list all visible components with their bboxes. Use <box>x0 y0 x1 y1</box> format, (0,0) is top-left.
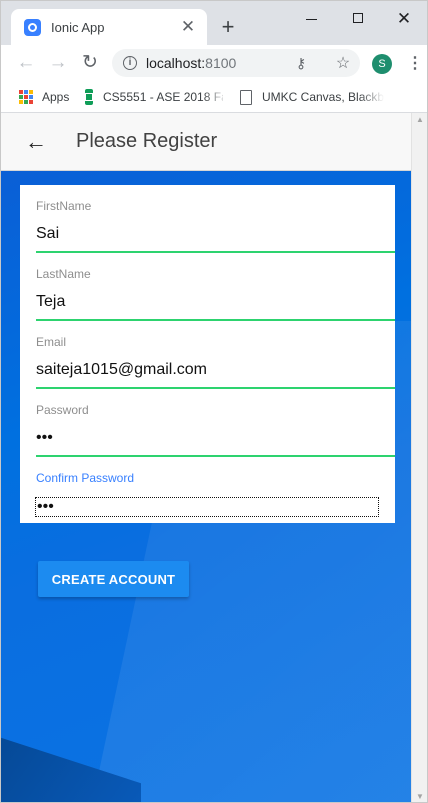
sheets-icon <box>85 89 93 105</box>
browser-toolbar: ← → ↻ i localhost:8100 ⚷ ☆ S ⋮ <box>1 45 427 81</box>
url-text[interactable]: localhost:8100 <box>146 55 292 71</box>
confirm-password-input[interactable]: ••• <box>35 497 379 517</box>
firstname-input[interactable]: Sai <box>36 225 59 243</box>
browser-back-icon[interactable]: ← <box>14 51 38 75</box>
arrow-back-icon[interactable]: ← <box>24 129 48 154</box>
lastname-input[interactable]: Teja <box>36 293 65 311</box>
field-label: Confirm Password <box>36 471 135 485</box>
create-account-button[interactable]: CREATE ACCOUNT <box>38 561 189 597</box>
firstname-field[interactable]: FirstName Sai <box>20 185 395 253</box>
key-icon[interactable]: ⚷ <box>292 55 310 72</box>
app-header: ← Please Register <box>1 113 411 171</box>
bookmarks-bar: Apps CS5551 - ASE 2018 Fa UMKC Canvas, B… <box>1 81 427 113</box>
content-area: FirstName Sai LastName Teja Email saitej… <box>1 171 411 802</box>
tab-strip: Ionic App ✕ + ✕ <box>1 1 427 45</box>
profile-avatar[interactable]: S <box>372 54 392 74</box>
new-tab-icon[interactable]: + <box>217 16 239 38</box>
reload-icon[interactable]: ↻ <box>78 51 102 75</box>
scroll-down-icon[interactable]: ▼ <box>416 792 424 801</box>
bookmark-label: CS5551 - ASE 2018 Fa <box>103 90 223 104</box>
field-label: FirstName <box>36 199 92 213</box>
more-menu-icon[interactable]: ⋮ <box>407 53 423 75</box>
url-host: localhost: <box>146 55 206 71</box>
star-icon[interactable]: ☆ <box>334 53 352 73</box>
field-label: Password <box>36 403 89 417</box>
maximize-button[interactable] <box>335 7 381 29</box>
field-label: LastName <box>36 267 91 281</box>
field-label: Email <box>36 335 67 349</box>
minimize-button[interactable] <box>288 7 334 29</box>
close-tab-icon[interactable]: ✕ <box>179 18 197 36</box>
email-input[interactable]: saiteja1015@gmail.com <box>36 361 207 379</box>
scrollbar[interactable]: ▲ ▼ <box>411 113 427 802</box>
browser-tab[interactable]: Ionic App ✕ <box>11 9 207 45</box>
document-icon <box>240 89 252 105</box>
ionic-favicon-icon <box>24 18 41 36</box>
password-field[interactable]: Password ••• <box>20 389 395 457</box>
bookmark-umkc-canvas[interactable]: UMKC Canvas, Blackb <box>240 88 420 106</box>
register-form: FirstName Sai LastName Teja Email saitej… <box>20 185 395 523</box>
lastname-field[interactable]: LastName Teja <box>20 253 395 321</box>
page-title: Please Register <box>76 130 218 152</box>
url-port: 8100 <box>205 55 237 71</box>
browser-window: Ionic App ✕ + ✕ ← → ↻ i localhost:8100 ⚷… <box>0 0 428 803</box>
confirm-password-field[interactable]: Confirm Password ••• <box>20 457 395 525</box>
browser-forward-icon[interactable]: → <box>46 51 70 75</box>
address-bar[interactable]: i localhost:8100 ⚷ ☆ <box>112 49 360 77</box>
close-window-button[interactable]: ✕ <box>381 7 427 29</box>
bookmark-cs5551[interactable]: CS5551 - ASE 2018 Fa <box>85 88 223 106</box>
site-info-icon[interactable]: i <box>123 56 137 70</box>
bookmark-label: Apps <box>42 90 70 104</box>
password-input[interactable]: ••• <box>36 429 53 447</box>
bookmark-label: UMKC Canvas, Blackb <box>262 90 385 104</box>
apps-grid-icon <box>19 90 33 104</box>
email-field[interactable]: Email saiteja1015@gmail.com <box>20 321 395 389</box>
scroll-up-icon[interactable]: ▲ <box>416 115 424 124</box>
tab-title: Ionic App <box>51 19 105 35</box>
bookmark-apps[interactable]: Apps <box>19 88 69 106</box>
